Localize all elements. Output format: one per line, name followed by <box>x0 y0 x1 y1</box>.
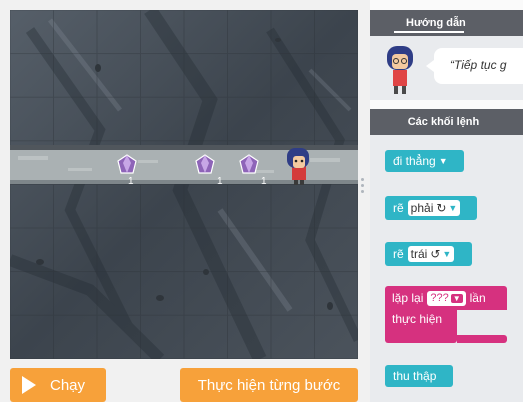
repeat-drop-slot[interactable] <box>457 310 507 335</box>
run-button[interactable]: Chạy <box>10 368 106 402</box>
repeat-count-dropdown[interactable]: ??? ▼ <box>427 290 466 306</box>
guide-speech-bubble: “Tiếp tục g <box>426 48 523 84</box>
repeat-header: lặp lại ??? ▼ lần <box>385 286 507 310</box>
rotate-clockwise-icon: ↻ <box>436 201 447 215</box>
block-repeat[interactable]: lặp lại ??? ▼ lần thực hiện <box>385 286 507 343</box>
tab-guide-label: Hướng dẫn <box>406 17 466 29</box>
block-collect-label: thu thập <box>393 369 437 383</box>
repeat-do-label: thực hiện <box>392 312 443 326</box>
gem-1-count: 1 <box>128 176 134 187</box>
chevron-down-icon: ▼ <box>448 203 458 213</box>
game-board: 1 1 1 <box>10 10 358 359</box>
resize-handle[interactable] <box>361 178 365 194</box>
turn-left-dropdown[interactable]: trái ↺ ▼ <box>407 246 455 262</box>
repeat-label: lặp lại <box>392 291 424 305</box>
guide-text: “Tiếp tục g <box>450 58 507 72</box>
block-move-label: đi thẳng <box>393 154 436 168</box>
block-turn-right[interactable]: rẽ phải ↻ ▼ <box>385 196 477 220</box>
guide-avatar <box>387 46 413 94</box>
gem-3-count: 1 <box>261 176 267 187</box>
block-turn-left[interactable]: rẽ trái ↺ ▼ <box>385 242 472 266</box>
board-scene: 1 1 1 <box>10 10 358 359</box>
step-button-label: Thực hiện từng bước <box>197 376 341 394</box>
play-icon <box>22 376 36 394</box>
blocks-palette <box>370 135 523 402</box>
repeat-times-label: lần <box>469 291 486 305</box>
blocks-header: Các khối lệnh <box>370 109 523 135</box>
chevron-down-icon: ▼ <box>438 156 448 166</box>
guide-area: “Tiếp tục g <box>370 36 523 100</box>
run-button-label: Chạy <box>50 376 86 394</box>
block-collect[interactable]: thu thập <box>385 365 453 387</box>
tab-guide[interactable]: Hướng dẫn <box>370 10 523 36</box>
block-move-forward[interactable]: đi thẳng ▼ <box>385 150 464 172</box>
app-root: 1 1 1 Chạy Thực hiện từng bước Hướng dẫn… <box>0 0 523 402</box>
active-tab-underline <box>394 31 464 33</box>
gem-2-count: 1 <box>217 176 223 187</box>
step-button[interactable]: Thực hiện từng bước <box>180 368 358 402</box>
rotate-counterclockwise-icon: ↺ <box>430 247 441 261</box>
repeat-footer <box>457 335 507 343</box>
block-turn-right-label: rẽ <box>393 201 404 215</box>
blocks-header-label: Các khối lệnh <box>407 116 480 128</box>
block-turn-left-label: rẽ <box>393 247 404 261</box>
repeat-body: thực hiện <box>385 310 457 343</box>
chevron-down-icon: ▼ <box>442 249 452 259</box>
turn-right-dropdown[interactable]: phải ↻ ▼ <box>407 200 461 216</box>
right-panel: Hướng dẫn “Tiếp tục g Các khối lệnh đi t… <box>370 0 523 402</box>
chevron-down-icon: ▼ <box>450 293 463 303</box>
